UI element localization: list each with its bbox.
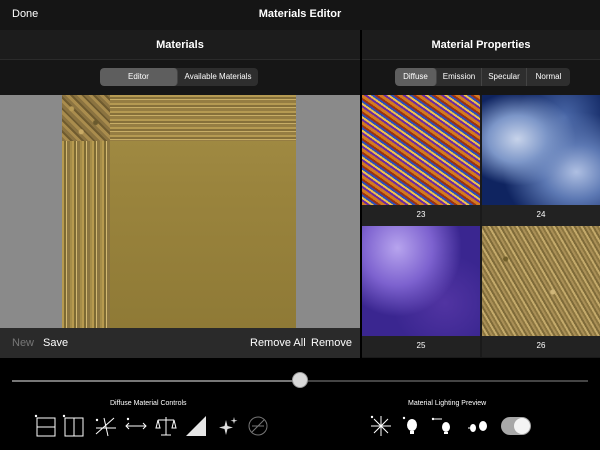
material-cell[interactable]: 24 (482, 95, 600, 226)
gradient-ramp-icon[interactable] (184, 414, 208, 438)
materials-panel-title: Materials (0, 30, 360, 60)
texture-left-strip (62, 141, 110, 328)
spotlight-icon[interactable] (400, 414, 424, 438)
material-number: 23 (362, 205, 480, 226)
compass-icon[interactable] (246, 414, 270, 438)
top-bar: Done Materials Editor (0, 0, 600, 30)
texture-top-strip (110, 95, 296, 141)
materials-segmented-control: Editor Available Materials (100, 68, 258, 86)
properties-segmented-control: Diffuse Emission Specular Normal (395, 68, 570, 86)
save-button[interactable]: Save (43, 337, 68, 349)
material-number: 25 (362, 336, 480, 357)
material-grid: 23 24 25 26 (362, 95, 600, 358)
material-cell[interactable]: 23 (362, 95, 480, 226)
segment-diffuse[interactable]: Diffuse (395, 68, 437, 86)
remove-all-button[interactable]: Remove All (250, 337, 306, 349)
material-cell[interactable]: 26 (482, 226, 600, 357)
stretch-arrows-icon[interactable] (124, 414, 148, 438)
materials-panel: Materials Editor Available Materials New… (0, 30, 360, 358)
texture-corner-tile (62, 95, 110, 141)
lighting-preview-toggle[interactable] (501, 417, 531, 435)
segment-editor[interactable]: Editor (100, 68, 178, 86)
material-cell[interactable]: 25 (362, 226, 480, 357)
remove-button[interactable]: Remove (311, 337, 352, 349)
done-button[interactable]: Done (12, 8, 38, 20)
material-editor-canvas[interactable] (0, 95, 360, 328)
segment-available-materials[interactable]: Available Materials (178, 68, 258, 86)
balance-scale-icon[interactable] (154, 414, 178, 438)
bulb-pair-icon[interactable] (466, 414, 490, 438)
material-thumbnail (362, 226, 480, 336)
bulb-left-icon[interactable] (430, 414, 454, 438)
material-thumbnail (362, 95, 480, 205)
material-properties-panel: Material Properties Diffuse Emission Spe… (362, 30, 600, 358)
material-number: 26 (482, 336, 600, 357)
sparkle-icon[interactable] (216, 414, 240, 438)
segment-specular[interactable]: Specular (482, 68, 527, 86)
light-burst-icon[interactable] (369, 414, 393, 438)
material-thumbnail (482, 95, 600, 205)
lighting-preview-label: Material Lighting Preview (408, 400, 487, 407)
intensity-slider-fill (12, 380, 300, 382)
app-title: Materials Editor (258, 8, 342, 20)
material-properties-title: Material Properties (362, 30, 600, 60)
diffuse-controls-label: Diffuse Material Controls (110, 400, 187, 407)
split-horizontal-icon[interactable] (34, 414, 58, 438)
toggle-knob (514, 418, 530, 434)
material-number: 24 (482, 205, 600, 226)
material-thumbnail (482, 226, 600, 336)
tile-angle-icon[interactable] (94, 414, 118, 438)
split-vertical-icon[interactable] (62, 414, 86, 438)
materials-action-bar: New Save Remove All Remove (0, 328, 360, 358)
new-button[interactable]: New (12, 337, 34, 349)
segment-normal[interactable]: Normal (527, 68, 570, 86)
intensity-slider-thumb[interactable] (292, 372, 308, 388)
segment-emission[interactable]: Emission (437, 68, 482, 86)
